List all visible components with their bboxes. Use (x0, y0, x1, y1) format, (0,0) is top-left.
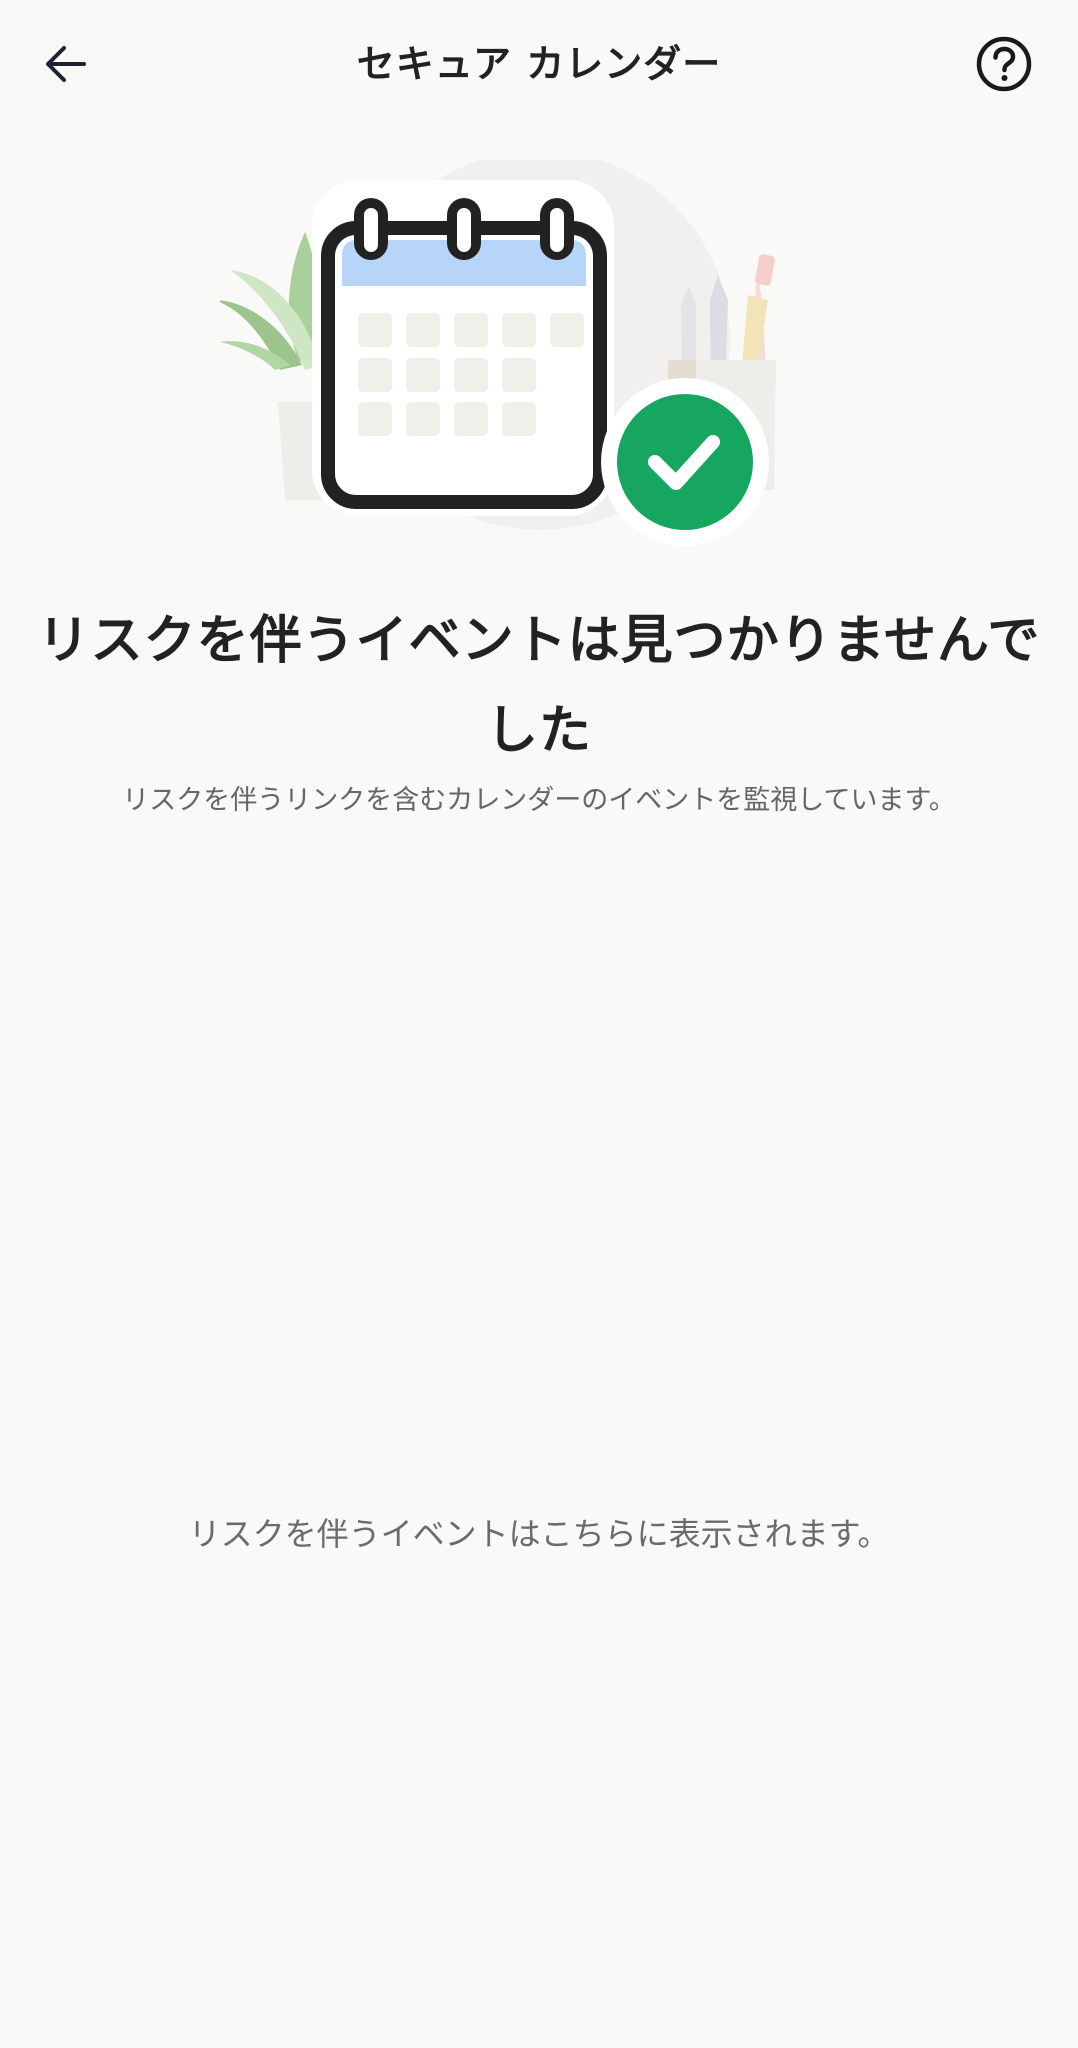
hero-illustration (215, 150, 860, 560)
arrow-left-icon (46, 46, 86, 82)
empty-state-message: リスクを伴うイベントはこちらに表示されます。 (188, 1515, 890, 1553)
back-button[interactable] (30, 28, 102, 100)
checkmark-icon (601, 378, 769, 546)
page-title: セキュア カレンダー (356, 42, 722, 86)
app-header: セキュア カレンダー (0, 0, 1078, 128)
calendar-icon (312, 180, 614, 516)
monitoring-description: リスクを伴うリンクを含むカレンダーのイベントを監視しています。 (122, 785, 956, 816)
result-headline: リスクを伴うイベントは見つかりませんでした (37, 611, 1041, 761)
help-button[interactable] (970, 30, 1038, 98)
question-circle-icon (976, 36, 1032, 92)
